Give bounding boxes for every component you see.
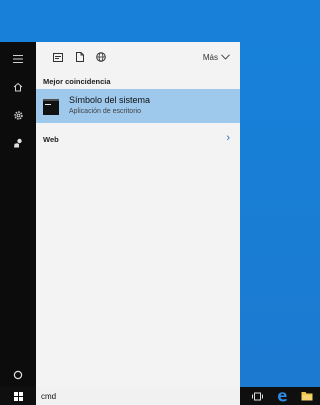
command-prompt-icon: [43, 99, 59, 115]
task-view-button[interactable]: [247, 387, 267, 405]
document-icon: [76, 52, 84, 62]
home-button[interactable]: [0, 72, 36, 102]
web-results-row[interactable]: Web ›: [36, 128, 240, 150]
search-input[interactable]: [41, 390, 231, 402]
web-section-label: Web: [43, 135, 59, 144]
feedback-button[interactable]: [0, 128, 36, 158]
taskbar: [0, 387, 320, 405]
feedback-icon: [14, 138, 22, 148]
windows-logo-icon: [13, 391, 23, 401]
cortana-icon: [13, 370, 23, 380]
best-match-result[interactable]: Símbolo del sistema Aplicación de escrit…: [36, 89, 240, 123]
file-explorer-button[interactable]: [297, 387, 317, 405]
chevron-right-icon: ›: [226, 132, 230, 144]
task-view-icon: [251, 392, 263, 400]
chevron-down-icon: [221, 54, 230, 60]
home-icon: [13, 82, 23, 92]
documents-filter-button[interactable]: [73, 50, 87, 64]
edge-browser-button[interactable]: [272, 387, 292, 405]
settings-button[interactable]: [0, 100, 36, 130]
web-filter-button[interactable]: [94, 50, 108, 64]
filter-bar: Más: [36, 42, 240, 72]
folder-icon: [301, 392, 313, 401]
taskbar-search-box[interactable]: [36, 387, 240, 405]
result-subtitle: Aplicación de escritorio: [69, 108, 141, 115]
more-filters-label: Más: [202, 52, 218, 62]
apps-icon: [53, 52, 63, 62]
desktop-background: [0, 0, 320, 42]
globe-icon: [96, 52, 106, 62]
start-button[interactable]: [0, 387, 36, 405]
edge-icon: [278, 392, 287, 402]
cortana-button[interactable]: [0, 360, 36, 390]
search-results-panel: Más Mejor coincidencia Símbolo del siste…: [36, 42, 240, 387]
more-filters-button[interactable]: Más: [203, 50, 230, 64]
gear-icon: [13, 110, 23, 120]
desktop-background-right: [240, 42, 320, 387]
result-title: Símbolo del sistema: [69, 95, 151, 105]
hamburger-icon: [13, 55, 23, 63]
best-match-header: Mejor coincidencia: [43, 77, 111, 86]
hamburger-menu-button[interactable]: [0, 44, 36, 74]
apps-filter-button[interactable]: [51, 50, 65, 64]
start-left-rail: [0, 42, 36, 387]
